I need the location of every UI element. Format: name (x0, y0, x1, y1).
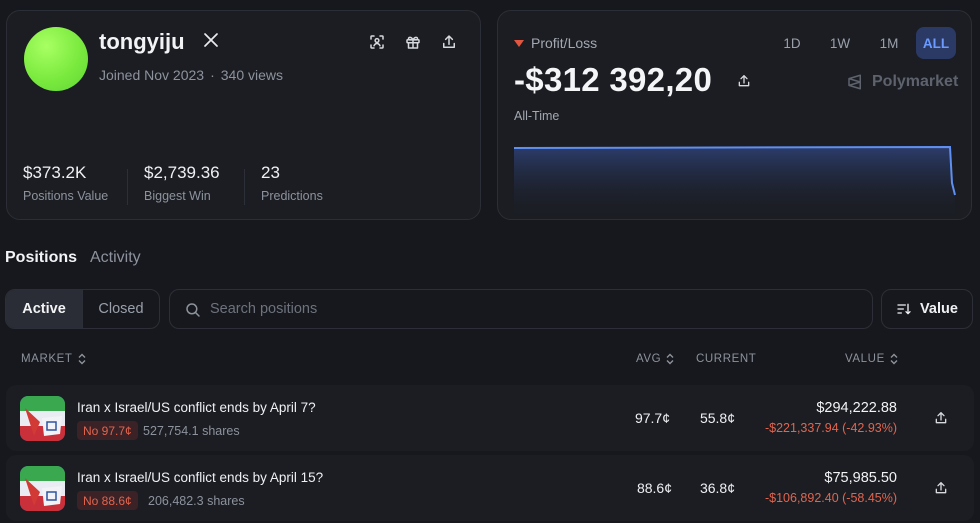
avatar (24, 27, 88, 91)
loss-triangle-icon (514, 39, 524, 47)
share-icon[interactable] (440, 33, 458, 51)
gift-icon[interactable] (404, 33, 422, 51)
username: tongyiju (99, 29, 185, 54)
table-row[interactable]: Iran x Israel/US conflict ends by April … (6, 385, 974, 451)
share-icon[interactable] (933, 480, 949, 496)
tab-positions[interactable]: Positions (5, 249, 77, 267)
search-icon (186, 303, 200, 317)
share-icon[interactable] (736, 73, 752, 89)
header-avg[interactable]: AVG (636, 353, 675, 365)
market-title[interactable]: Iran x Israel/US conflict ends by April … (77, 400, 316, 415)
polymarket-brand: Polymarket (846, 73, 958, 91)
current-price: 55.8¢ (699, 410, 735, 426)
stat-biggest-win: $2,739.36 Biggest Win (144, 163, 220, 203)
tab-activity[interactable]: Activity (90, 249, 141, 267)
stat-positions-value: $373.2K Positions Value (23, 163, 108, 203)
range-1w[interactable]: 1W (821, 27, 859, 59)
market-thumbnail (20, 466, 65, 511)
header-market-label: MARKET (21, 353, 73, 365)
table-row[interactable]: Iran x Israel/US conflict ends by April … (6, 455, 974, 521)
position-pnl: -$106,892.40 (-58.45%) (764, 491, 897, 505)
pnl-label: Profit/Loss (514, 35, 597, 51)
profile-meta: Joined Nov 2023 · 340 views (99, 67, 283, 83)
stat-label: Predictions (261, 189, 323, 203)
stat-divider (127, 169, 128, 205)
brand-name: Polymarket (872, 73, 959, 90)
sort-button[interactable]: Value (881, 289, 973, 329)
pnl-chart (514, 145, 956, 219)
search-box (169, 289, 873, 329)
pnl-card: Profit/Loss 1D 1W 1M ALL -$312 392,20 Po… (497, 10, 972, 220)
header-value-label: VALUE (845, 353, 885, 365)
current-price: 36.8¢ (699, 480, 735, 496)
header-value[interactable]: VALUE (845, 353, 899, 365)
share-count: 206,482.3 shares (148, 494, 245, 508)
share-icon[interactable] (933, 410, 949, 426)
pnl-area (514, 147, 955, 219)
filter-active[interactable]: Active (6, 290, 83, 328)
avg-price: 88.6¢ (636, 480, 672, 496)
outcome-pill: No 88.6¢ (77, 491, 138, 510)
stat-value: $373.2K (23, 163, 87, 182)
share-count: 527,754.1 shares (143, 424, 240, 438)
pnl-label-text: Profit/Loss (531, 35, 598, 51)
stat-divider (244, 169, 245, 205)
range-1d[interactable]: 1D (774, 27, 810, 59)
header-current-label: CURRENT (696, 353, 757, 365)
x-logo-icon[interactable] (203, 32, 219, 48)
sort-toggle-icon (666, 353, 674, 365)
outcome-pill: No 97.7¢ (77, 421, 138, 440)
sort-icon (897, 303, 911, 315)
period-label: All-Time (514, 109, 560, 123)
joined-date: Joined Nov 2023 (99, 67, 205, 83)
header-current: CURRENT (696, 353, 756, 365)
position-pnl: -$221,337.94 (-42.93%) (764, 421, 897, 435)
filter-closed[interactable]: Closed (83, 290, 159, 328)
sort-toggle-icon (78, 353, 86, 365)
stat-value: 23 (261, 163, 280, 182)
stat-value: $2,739.36 (144, 163, 220, 182)
sort-toggle-icon (890, 353, 898, 365)
polymarket-logo-icon (848, 74, 861, 90)
view-count: 340 views (220, 67, 284, 83)
position-value: $75,985.50 (824, 470, 897, 486)
header-avg-label: AVG (636, 353, 662, 365)
meta-separator: · (210, 67, 215, 83)
avg-price: 97.7¢ (634, 410, 670, 426)
market-thumbnail (20, 396, 65, 441)
search-input[interactable] (210, 290, 850, 328)
sort-label: Value (920, 301, 958, 317)
header-market[interactable]: MARKET (21, 353, 87, 365)
status-toggle: Active Closed (5, 289, 160, 329)
market-title[interactable]: Iran x Israel/US conflict ends by April … (77, 470, 323, 485)
profile-card: tongyiju Joined Nov 2023 · 340 views $373.… (6, 10, 481, 220)
position-value: $294,222.88 (816, 400, 897, 416)
stat-label: Biggest Win (144, 189, 211, 203)
stat-predictions: 23 Predictions (261, 163, 323, 203)
scan-icon[interactable] (368, 33, 386, 51)
range-all[interactable]: ALL (916, 27, 956, 59)
range-1m[interactable]: 1M (870, 27, 908, 59)
pnl-value: -$312 392,20 (514, 61, 713, 98)
stat-label: Positions Value (23, 189, 109, 203)
